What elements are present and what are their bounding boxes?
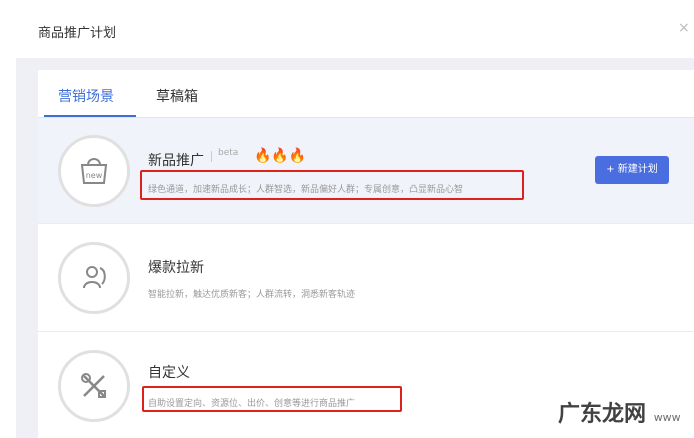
close-icon[interactable]: × [678,20,694,36]
flame-icon: 🔥🔥🔥 [254,148,307,164]
card-new-product[interactable]: new 新品推广 beta 🔥🔥🔥 绿色通道，加速新品成长；人群智选，新品偏好人… [38,118,694,224]
scenario-panel: 营销场景 草稿箱 new 新品推广 beta 🔥🔥🔥 绿色通道，加速新品成长；人… [38,70,694,438]
highlight-box [142,386,402,412]
card-hot-item[interactable]: 爆款拉新 智能拉新，触达优质新客；人群流转，洞悉新客轨迹 [38,224,694,332]
active-tab-indicator [44,115,136,117]
beta-badge: beta [218,148,239,158]
watermark: 广东龙网 www [558,396,681,428]
highlight-box [140,170,524,200]
dialog-title: 商品推广计划 [38,26,117,41]
watermark-text: 广东龙网 [558,402,647,427]
new-bag-icon: new [58,135,130,207]
tab-marketing-scenario[interactable]: 营销场景 [58,86,114,106]
card-title: 自定义 [148,365,190,381]
people-swap-icon [58,242,130,314]
dialog-header: 商品推广计划 × [0,0,694,58]
card-title: 爆款拉新 [148,260,204,276]
new-plan-button[interactable]: + 新建计划 [595,156,669,184]
new-icon-text: new [86,171,103,180]
card-title: 新品推广 [148,153,204,169]
title-separator [211,151,212,162]
tools-icon [58,350,130,422]
card-description: 智能拉新，触达优质新客；人群流转，洞悉新客轨迹 [148,290,356,300]
tab-bar: 营销场景 草稿箱 [38,70,694,118]
tab-drafts[interactable]: 草稿箱 [156,86,198,106]
watermark-sub: www [653,411,681,424]
